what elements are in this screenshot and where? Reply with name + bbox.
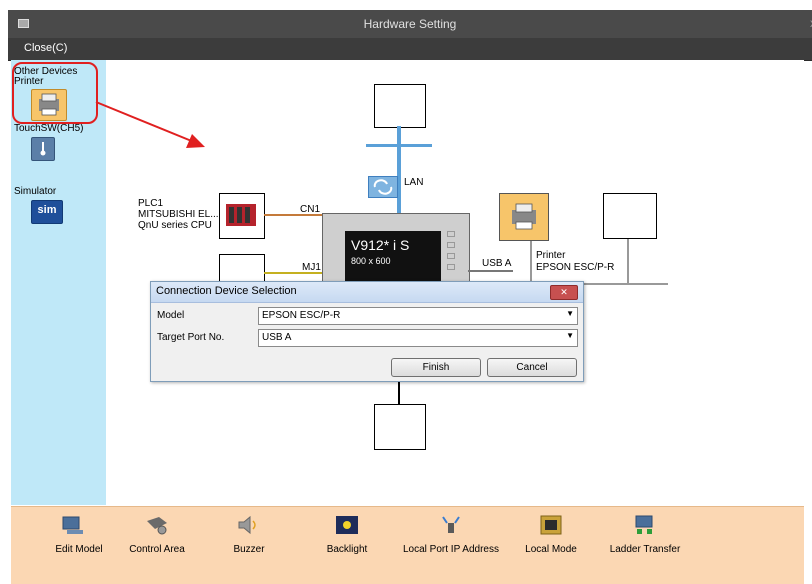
model-label: Model (157, 310, 185, 321)
printer-device-icon (512, 203, 536, 230)
control-area-label: Control Area (129, 544, 185, 555)
target-port-select-value: USB A (262, 332, 292, 343)
device-slot-right[interactable] (603, 193, 657, 239)
bottom-line (398, 380, 400, 404)
control-area-button[interactable]: Control Area (125, 507, 189, 577)
model-select-value: EPSON ESC/P-R (262, 310, 341, 321)
printer-model: EPSON ESC/P-R (536, 262, 615, 273)
local-mode-icon (539, 515, 563, 535)
printer-name: Printer (536, 250, 566, 261)
local-mode-label: Local Mode (525, 544, 577, 555)
hmi-model-text: V912* i S (351, 237, 410, 253)
lan-vertical-line (397, 126, 401, 222)
ladder-transfer-button[interactable]: Ladder Transfer (607, 507, 683, 577)
plc-device-box[interactable] (219, 193, 265, 239)
connection-device-dialog: Connection Device Selection ✕ Model EPSO… (150, 281, 584, 382)
local-port-ip-label: Local Port IP Address (403, 544, 499, 555)
finish-button[interactable]: Finish (391, 358, 481, 377)
usba-label: USB A (482, 258, 512, 269)
control-area-icon (145, 515, 169, 535)
local-port-ip-button[interactable]: Local Port IP Address (397, 507, 505, 577)
device-slot-bottom[interactable] (374, 404, 426, 450)
buzzer-icon (237, 515, 261, 535)
printer-drop-line (530, 240, 532, 284)
device-slot-top[interactable] (374, 84, 426, 128)
bottom-toolbar: Edit Model Control Area Buzzer Backlight… (11, 506, 804, 584)
cancel-button[interactable]: Cancel (487, 358, 577, 377)
ladder-transfer-icon (633, 515, 657, 535)
usba-line (468, 270, 513, 272)
target-port-label: Target Port No. (157, 332, 225, 343)
edit-model-icon (61, 515, 85, 535)
chevron-down-icon: ▼ (566, 331, 574, 340)
right-slot-line (627, 237, 629, 284)
lan-icon[interactable] (368, 176, 398, 198)
hmi-resolution-text: 800 x 600 (351, 256, 391, 266)
buzzer-label: Buzzer (233, 544, 265, 555)
local-mode-button[interactable]: Local Mode (519, 507, 583, 577)
backlight-label: Backlight (326, 544, 368, 555)
ip-address-icon (439, 515, 463, 535)
hmi-side-buttons (447, 231, 455, 287)
dialog-title-bar: Connection Device Selection ✕ (151, 282, 583, 303)
backlight-button[interactable]: Backlight (315, 507, 379, 577)
edit-model-label: Edit Model (55, 544, 103, 555)
chevron-down-icon: ▼ (566, 309, 574, 318)
backlight-icon (335, 515, 359, 535)
plc-icon (226, 204, 256, 226)
hmi-panel[interactable]: V912* i S 800 x 600 (322, 213, 470, 291)
lan-label: LAN (404, 177, 424, 188)
cn1-label: CN1 (300, 204, 321, 215)
lan-right-line (580, 283, 668, 285)
buzzer-button[interactable]: Buzzer (217, 507, 281, 577)
mj1-label: MJ1 (302, 262, 321, 273)
dialog-close-button[interactable]: ✕ (550, 285, 578, 300)
target-port-select[interactable]: USB A ▼ (258, 329, 578, 347)
plc-series: QnU series CPU (138, 220, 212, 231)
plc-name: PLC1 (138, 198, 164, 209)
dialog-title: Connection Device Selection (156, 285, 297, 297)
edit-model-button[interactable]: Edit Model (47, 507, 111, 577)
ladder-transfer-label: Ladder Transfer (609, 544, 681, 555)
model-select[interactable]: EPSON ESC/P-R ▼ (258, 307, 578, 325)
lan-horizontal-bar (366, 144, 432, 147)
plc-maker: MITSUBISHI EL... (138, 209, 219, 220)
printer-device-box[interactable] (499, 193, 549, 241)
